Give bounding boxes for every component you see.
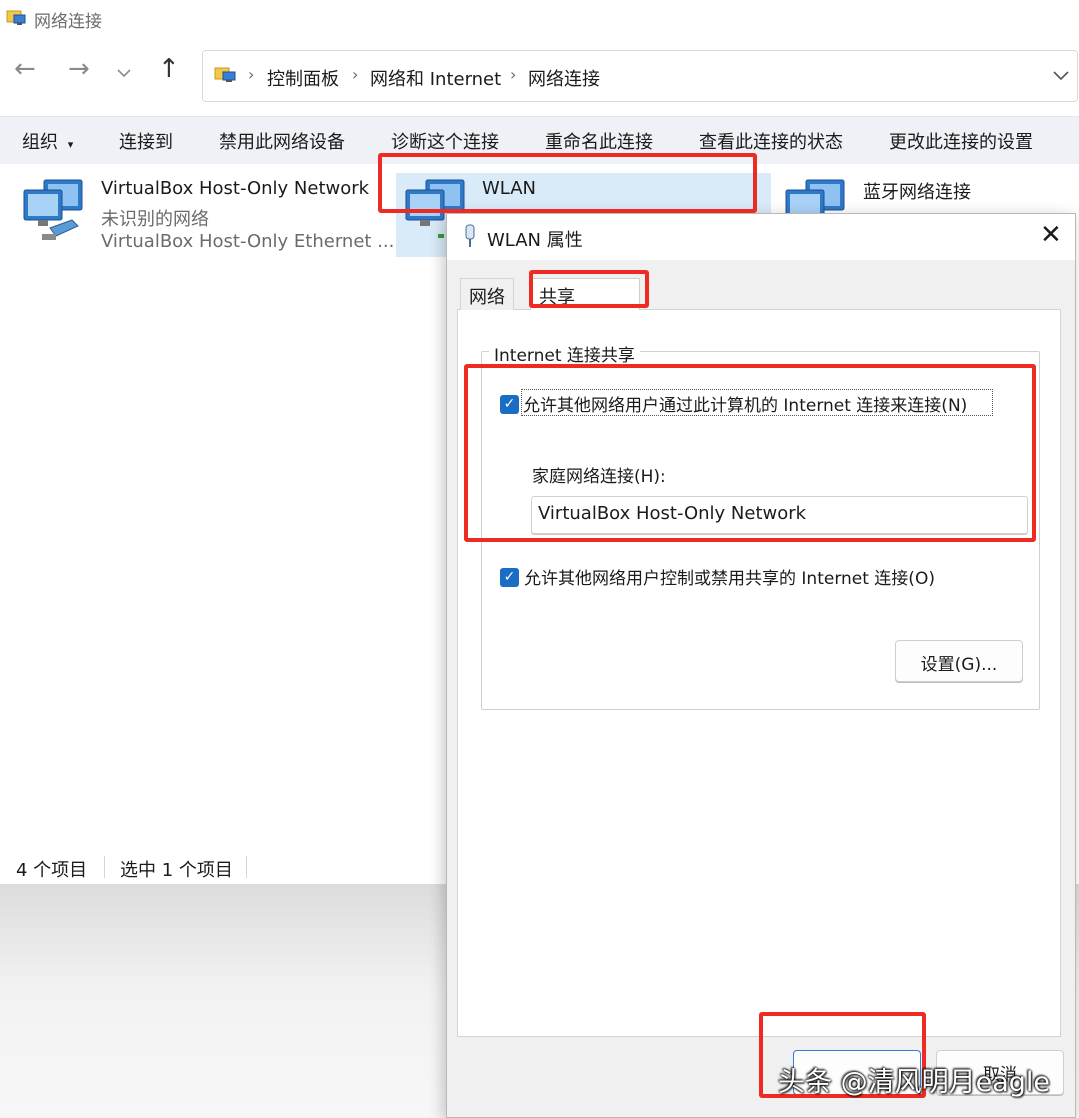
connect-to-button[interactable]: 连接到 — [119, 128, 173, 154]
network-folder-icon — [6, 10, 26, 25]
breadcrumb-separator: › — [510, 65, 517, 84]
caret-down-icon: ▾ — [67, 138, 74, 151]
annotation-box-wlan — [378, 153, 757, 213]
breadcrumb-separator: › — [248, 65, 255, 84]
chevron-down-icon[interactable] — [116, 68, 132, 78]
network-adapter-icon — [23, 179, 83, 240]
diagnose-button[interactable]: 诊断这个连接 — [391, 128, 499, 154]
network-adapter-small-icon — [465, 224, 475, 247]
arrow-up-icon[interactable]: ↑ — [158, 56, 180, 82]
checkmark-icon: ✓ — [503, 569, 516, 585]
breadcrumb-separator: › — [352, 65, 359, 84]
item-count: 4 个项目 — [16, 860, 88, 881]
window-title: 网络连接 — [34, 12, 102, 32]
connection-name: VirtualBox Host-Only Network — [101, 178, 370, 199]
breadcrumb-control-panel[interactable]: 控制面板 — [267, 65, 339, 91]
annotation-box-sharing-tab — [529, 270, 649, 308]
address-dropdown-icon[interactable] — [1052, 70, 1070, 82]
change-settings-button[interactable]: 更改此连接的设置 — [889, 128, 1033, 154]
selection-count: 选中 1 个项目 — [120, 860, 233, 881]
disable-device-button[interactable]: 禁用此网络设备 — [219, 128, 345, 154]
settings-button-label: 设置(G)... — [920, 655, 998, 675]
control-panel-icon — [214, 67, 236, 82]
allow-control-checkbox[interactable]: ✓ — [500, 568, 519, 587]
status-divider — [104, 856, 105, 878]
organize-label: 组织 — [22, 132, 58, 153]
connection-device: VirtualBox Host-Only Ethernet ... — [101, 231, 395, 252]
allow-control-label[interactable]: 允许其他网络用户控制或禁用共享的 Internet 连接(O) — [524, 564, 935, 589]
connection-status: 未识别的网络 — [101, 209, 209, 230]
rename-button[interactable]: 重命名此连接 — [545, 128, 653, 154]
close-icon[interactable]: ✕ — [1040, 222, 1062, 248]
dialog-title: WLAN 属性 — [487, 230, 583, 251]
breadcrumb-network-connections[interactable]: 网络连接 — [528, 65, 600, 91]
arrow-right-icon[interactable]: → — [68, 56, 90, 82]
title-bar — [0, 0, 1079, 36]
organize-menu[interactable]: 组织 ▾ — [22, 128, 73, 154]
arrow-left-icon[interactable]: ← — [14, 56, 36, 82]
view-status-button[interactable]: 查看此连接的状态 — [699, 128, 843, 154]
breadcrumb-network-internet[interactable]: 网络和 Internet — [370, 65, 501, 91]
watermark: 头条 @清风明月eagle — [778, 1067, 1050, 1098]
connection-name: 蓝牙网络连接 — [863, 182, 971, 203]
status-divider — [246, 856, 247, 878]
ics-group-title: Internet 连接共享 — [489, 341, 640, 366]
tab-network[interactable]: 网络 — [460, 278, 514, 310]
annotation-box-sharing-options — [464, 364, 1036, 542]
